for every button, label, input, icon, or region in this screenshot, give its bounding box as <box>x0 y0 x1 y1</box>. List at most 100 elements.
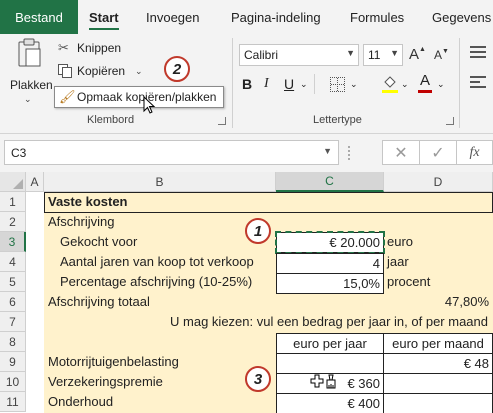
row-header[interactable]: 10 <box>0 372 26 392</box>
gekocht-unit[interactable]: euro <box>387 232 413 252</box>
mouse-pointer-icon <box>143 96 156 114</box>
tab-start[interactable]: Start <box>89 0 119 34</box>
copy-button[interactable]: Kopiëren ⌄ <box>58 62 143 80</box>
totaal-value[interactable]: 47,80% <box>384 292 489 312</box>
column-header-b[interactable]: B <box>44 172 276 192</box>
font-dialog-launcher[interactable] <box>446 117 454 125</box>
totaal-label[interactable]: Afschrijving totaal <box>48 292 150 312</box>
clipboard-icon <box>18 38 41 67</box>
chevron-down-icon: ▼ <box>323 146 332 156</box>
verz-maand-cell[interactable] <box>383 373 493 394</box>
ribbon-tabs: Bestand Start Invoegen Pagina-indeling F… <box>0 0 493 34</box>
callout-3: 3 <box>245 366 271 392</box>
select-all-icon <box>13 179 23 189</box>
italic-button[interactable]: I <box>264 76 269 92</box>
tab-bestand[interactable]: Bestand <box>0 0 78 34</box>
column-header-a[interactable]: A <box>26 172 44 192</box>
row-header[interactable]: 11 <box>0 392 26 412</box>
tab-invoegen[interactable]: Invoegen <box>146 0 200 34</box>
paste-button[interactable]: Plakken ⌄ <box>10 38 53 118</box>
font-group-label: Lettertype <box>313 114 362 126</box>
instructie-text[interactable]: U mag kiezen: vul een bedrag per jaar in… <box>60 312 488 332</box>
fill-color-icon[interactable] <box>382 74 398 93</box>
motor-jaar-cell[interactable] <box>276 353 384 374</box>
align-left-icon[interactable] <box>470 76 486 88</box>
clipboard-dialog-launcher[interactable] <box>218 117 226 125</box>
afschrijving-label[interactable]: Afschrijving <box>48 212 114 232</box>
tab-gegevens[interactable]: Gegevens <box>432 0 491 34</box>
caret-up-icon: ▲ <box>419 46 426 53</box>
jaren-label[interactable]: Aantal jaren van koop tot verkoop <box>60 252 254 272</box>
name-box[interactable]: C3 ▼ <box>4 140 339 165</box>
cut-button[interactable]: ✂ Knippen <box>58 39 121 57</box>
row-header[interactable]: 9 <box>0 352 26 372</box>
borders-icon[interactable] <box>330 77 345 92</box>
gekocht-label[interactable]: Gekocht voor <box>60 232 137 252</box>
chevron-down-icon: ▼ <box>390 48 399 58</box>
ribbon: Plakken ⌄ ✂ Knippen Kopiëren ⌄ 2 🖌 Opmaa… <box>0 34 493 134</box>
callout-1: 1 <box>245 218 271 244</box>
row-header[interactable]: 2 <box>0 212 26 232</box>
font-size-select[interactable]: 11 ▼ <box>363 44 403 66</box>
column-header-c[interactable]: C <box>276 172 384 192</box>
bold-button[interactable]: B <box>242 76 252 92</box>
onder-maand-cell[interactable] <box>383 393 493 413</box>
copy-label: Kopiëren <box>77 64 126 78</box>
grow-font-button[interactable]: A▲ <box>409 46 426 63</box>
clipboard-group-label: Klembord <box>87 114 135 126</box>
jaren-unit[interactable]: jaar <box>387 252 409 272</box>
underline-button[interactable]: U <box>284 76 294 92</box>
column-header-d[interactable]: D <box>384 172 493 192</box>
verz-label[interactable]: Verzekeringspremie <box>48 372 163 392</box>
header-euro-per-jaar[interactable]: euro per jaar <box>276 333 384 354</box>
onder-label[interactable]: Onderhoud <box>48 392 113 412</box>
group-separator <box>232 38 233 128</box>
chevron-down-icon: ▼ <box>346 48 355 58</box>
format-painter-button[interactable]: 🖌 Opmaak kopiëren/plakken <box>54 86 224 108</box>
chevron-down-icon[interactable]: ⌄ <box>437 79 445 90</box>
row-header[interactable]: 5 <box>0 272 26 292</box>
cancel-button[interactable]: ✕ <box>382 140 420 165</box>
format-painter-cursor-icon <box>310 374 336 389</box>
splitter-handle[interactable] <box>348 146 351 160</box>
perc-unit[interactable]: procent <box>387 272 430 292</box>
chevron-down-icon[interactable]: ⌄ <box>401 79 409 90</box>
copy-icon <box>58 64 74 78</box>
perc-value-cell[interactable]: 15,0% <box>276 273 384 294</box>
caret-down-icon: ▼ <box>442 48 449 55</box>
font-family-select[interactable]: Calibri ▼ <box>239 44 359 66</box>
jaren-value-cell[interactable]: 4 <box>276 253 384 274</box>
row-header[interactable]: 8 <box>0 332 26 352</box>
onder-jaar-cell[interactable]: € 400 <box>276 393 384 413</box>
divider <box>314 74 315 94</box>
enter-button[interactable]: ✓ <box>419 140 457 165</box>
align-top-icon[interactable] <box>470 46 486 58</box>
shrink-font-button[interactable]: A▼ <box>434 48 449 62</box>
insert-function-button[interactable]: fx <box>456 140 493 165</box>
tab-formules[interactable]: Formules <box>350 0 404 34</box>
row-header[interactable]: 1 <box>0 192 26 212</box>
cut-label: Knippen <box>77 41 122 55</box>
copy-dropdown-icon[interactable]: ⌄ <box>135 66 143 77</box>
underline-dropdown-icon[interactable]: ⌄ <box>300 79 308 90</box>
font-color-button[interactable]: A <box>418 72 432 94</box>
tab-pagina-indeling[interactable]: Pagina-indeling <box>231 0 321 34</box>
row-header[interactable]: 4 <box>0 252 26 272</box>
chevron-down-icon[interactable]: ⌄ <box>24 94 32 105</box>
perc-label[interactable]: Percentage afschrijving (10-25%) <box>60 272 252 292</box>
font-color-bar <box>418 90 432 93</box>
sheet-title[interactable]: Vaste kosten <box>48 192 128 212</box>
select-all-corner[interactable] <box>0 172 26 192</box>
header-euro-per-maand[interactable]: euro per maand <box>383 333 493 354</box>
row-header[interactable]: 6 <box>0 292 26 312</box>
row-header[interactable]: 3 <box>0 232 26 252</box>
font-family-value: Calibri <box>244 48 279 62</box>
name-box-value: C3 <box>11 145 27 160</box>
chevron-down-icon[interactable]: ⌄ <box>350 79 358 90</box>
callout-2: 2 <box>164 56 190 82</box>
motor-label[interactable]: Motorrijtuigenbelasting <box>48 352 179 372</box>
row-header[interactable]: 7 <box>0 312 26 332</box>
active-cell-marquee <box>275 231 385 254</box>
motor-maand-cell[interactable]: € 48 <box>383 353 493 374</box>
font-size-value: 11 <box>368 48 381 62</box>
